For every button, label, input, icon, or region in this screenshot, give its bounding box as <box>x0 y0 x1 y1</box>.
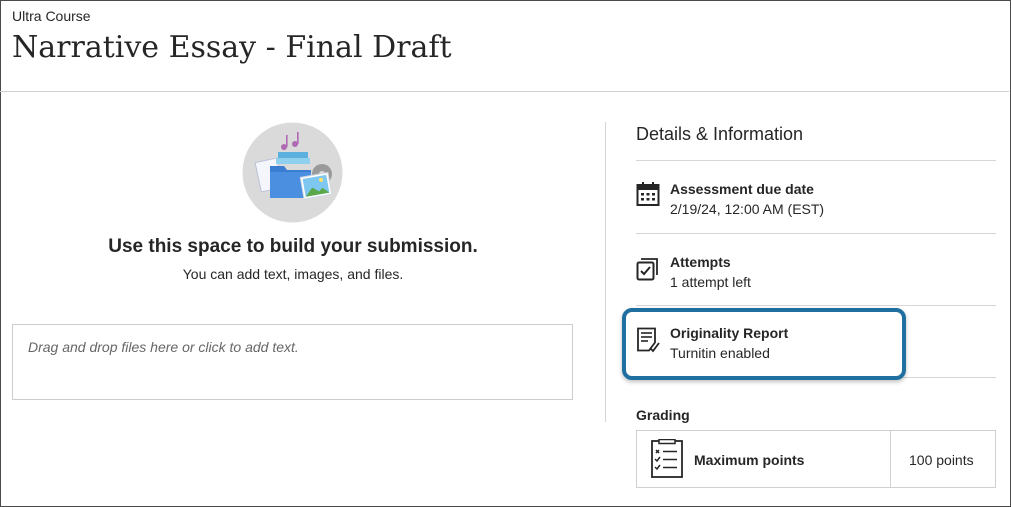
divider <box>636 233 996 234</box>
grading-title: Grading <box>636 407 690 423</box>
divider <box>636 160 996 161</box>
maximum-points-box: Maximum points 100 points <box>636 430 996 488</box>
submission-heading: Use this space to build your submission. <box>108 236 478 257</box>
attempts-icon <box>636 258 658 281</box>
calendar-icon <box>636 182 660 206</box>
submission-illustration <box>242 122 343 223</box>
breadcrumb[interactable]: Ultra Course <box>12 8 91 24</box>
column-divider <box>605 122 606 422</box>
originality-highlight-frame <box>622 308 906 380</box>
page-title: Narrative Essay - Final Draft <box>12 30 452 65</box>
rubric-list-icon <box>651 439 683 478</box>
submission-dropzone[interactable]: Drag and drop files here or click to add… <box>12 324 573 400</box>
attempts-value: 1 attempt left <box>670 274 751 290</box>
page-header: Ultra Course Narrative Essay - Final Dra… <box>0 0 1009 92</box>
points-separator <box>890 431 891 487</box>
dropzone-placeholder: Drag and drop files here or click to add… <box>28 339 299 355</box>
maximum-points-value: 100 points <box>909 452 974 468</box>
divider <box>636 305 996 306</box>
due-date-value: 2/19/24, 12:00 AM (EST) <box>670 201 825 217</box>
attempts-label: Attempts <box>670 254 731 270</box>
maximum-points-label: Maximum points <box>694 452 805 468</box>
due-date-label: Assessment due date <box>670 181 814 197</box>
details-title: Details & Information <box>636 124 804 144</box>
submission-subheading: You can add text, images, and files. <box>182 266 404 282</box>
